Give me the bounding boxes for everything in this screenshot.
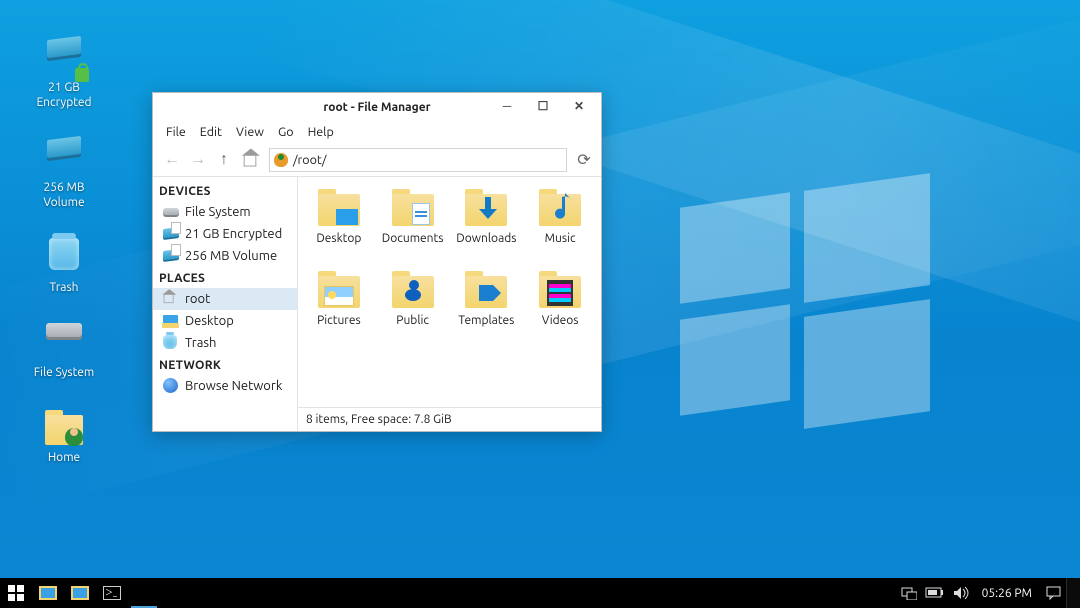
sidebar-item-filesystem[interactable]: File System	[153, 201, 297, 223]
toolbar: ← → ↑ /root/ ⟳	[153, 143, 601, 177]
taskbar: ＞_ 05:26 PM	[0, 578, 1080, 608]
menu-help[interactable]: Help	[301, 123, 341, 141]
path-text: /root/	[293, 153, 326, 167]
user-icon	[274, 153, 288, 167]
folder-downloads[interactable]: Downloads	[450, 187, 524, 269]
folder-templates[interactable]: Templates	[450, 269, 524, 351]
menu-file[interactable]: File	[159, 123, 193, 141]
home-icon	[163, 291, 179, 307]
nav-back-button[interactable]: ←	[159, 147, 185, 173]
desktop-icons: 21 GB Encrypted 256 MB Volume Trash File…	[24, 30, 144, 493]
menu-view[interactable]: View	[229, 123, 271, 141]
show-desktop-button[interactable]	[1066, 578, 1080, 608]
sidebar-head-places: PLACES	[153, 267, 297, 288]
desktop-icon-encrypted-drive[interactable]: 21 GB Encrypted	[24, 38, 104, 110]
trash-icon	[163, 335, 179, 351]
desktop-icon-volume[interactable]: 256 MB Volume	[24, 138, 104, 210]
statusbar: 8 items, Free space: 7.8 GiB	[298, 407, 601, 431]
taskbar-terminal[interactable]: ＞_	[96, 578, 128, 608]
menubar: File Edit View Go Help	[153, 121, 601, 143]
sidebar-item-volume[interactable]: 256 MB Volume	[153, 245, 297, 267]
window-titlebar[interactable]: root - File Manager ─ ☐ ✕	[153, 93, 601, 121]
start-button[interactable]	[0, 578, 32, 608]
folder-public[interactable]: Public	[376, 269, 450, 351]
window-maximize-button[interactable]: ☐	[525, 95, 561, 117]
folder-videos[interactable]: Videos	[523, 269, 597, 351]
desktop-icon-filesystem[interactable]: File System	[24, 323, 104, 380]
nav-up-button[interactable]: ↑	[211, 147, 237, 173]
window-title: root - File Manager	[323, 101, 430, 114]
nav-home-button[interactable]	[237, 147, 263, 173]
tray-volume-icon[interactable]	[948, 578, 974, 608]
sidebar-item-encrypted[interactable]: 21 GB Encrypted	[153, 223, 297, 245]
tray-battery-icon[interactable]	[922, 578, 948, 608]
window-minimize-button[interactable]: ─	[489, 95, 525, 117]
sidebar-head-devices: DEVICES	[153, 180, 297, 201]
status-text: 8 items, Free space: 7.8 GiB	[306, 413, 452, 426]
sidebar-head-network: NETWORK	[153, 354, 297, 375]
nav-forward-button[interactable]: →	[185, 147, 211, 173]
desktop-icon-home[interactable]: Home	[24, 408, 104, 465]
tray-notifications-icon[interactable]	[1040, 578, 1066, 608]
folder-documents[interactable]: Documents	[376, 187, 450, 269]
path-input[interactable]: /root/	[269, 148, 567, 172]
folder-pictures[interactable]: Pictures	[302, 269, 376, 351]
taskbar-file-manager-1[interactable]	[32, 578, 64, 608]
sidebar: DEVICES File System 21 GB Encrypted 256 …	[153, 177, 298, 431]
sidebar-item-root[interactable]: root	[153, 288, 297, 310]
sidebar-item-browse-network[interactable]: Browse Network	[153, 375, 297, 397]
wallpaper-windows-logo	[680, 180, 930, 430]
file-grid: Desktop Documents Downloads Music Pictur…	[298, 177, 601, 407]
menu-edit[interactable]: Edit	[193, 123, 229, 141]
drive-icon	[163, 248, 179, 264]
desktop-icon	[163, 313, 179, 329]
folder-music[interactable]: Music	[523, 187, 597, 269]
drive-icon	[163, 226, 179, 242]
network-icon	[163, 378, 179, 394]
taskbar-running-file-manager[interactable]	[128, 578, 160, 608]
sidebar-item-desktop[interactable]: Desktop	[153, 310, 297, 332]
taskbar-file-manager-2[interactable]	[64, 578, 96, 608]
drive-icon	[163, 204, 179, 220]
reload-button[interactable]: ⟳	[573, 147, 595, 173]
file-manager-window: root - File Manager ─ ☐ ✕ File Edit View…	[152, 92, 602, 432]
desktop-icon-trash[interactable]: Trash	[24, 238, 104, 295]
window-close-button[interactable]: ✕	[561, 95, 597, 117]
sidebar-item-trash[interactable]: Trash	[153, 332, 297, 354]
tray-network-icon[interactable]	[896, 578, 922, 608]
taskbar-clock[interactable]: 05:26 PM	[974, 587, 1040, 600]
menu-go[interactable]: Go	[271, 123, 301, 141]
folder-desktop[interactable]: Desktop	[302, 187, 376, 269]
